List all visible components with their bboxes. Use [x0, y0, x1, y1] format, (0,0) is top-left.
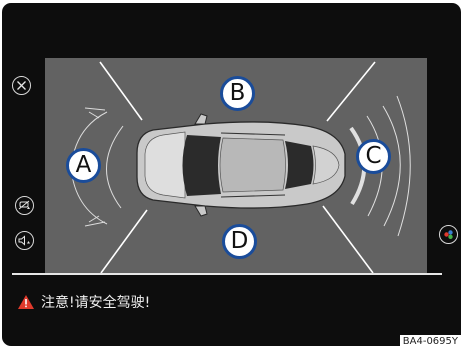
camera-view-button[interactable]: [439, 225, 458, 244]
divider: [12, 273, 442, 275]
camera-view-icon: [444, 230, 453, 239]
warning-triangle-icon: [18, 295, 34, 309]
close-button[interactable]: [12, 76, 31, 95]
display-screen: A B C D 注意!请安全驾驶!: [2, 3, 461, 346]
parking-assist-button[interactable]: [15, 196, 34, 215]
warning-message: 注意!请安全驾驶!: [17, 292, 150, 312]
close-icon: [17, 81, 26, 90]
sound-icon: [18, 235, 30, 246]
parking-assist-icon: [18, 200, 30, 210]
warning-text: 注意!请安全驾驶!: [41, 295, 151, 311]
zone-a-badge[interactable]: A: [66, 148, 101, 183]
zone-b-badge[interactable]: B: [220, 76, 255, 111]
zone-d-badge[interactable]: D: [222, 224, 257, 259]
zone-c-badge[interactable]: C: [356, 139, 391, 174]
figure-code: BA4-0695Y: [399, 335, 461, 348]
sound-button[interactable]: [15, 231, 34, 250]
